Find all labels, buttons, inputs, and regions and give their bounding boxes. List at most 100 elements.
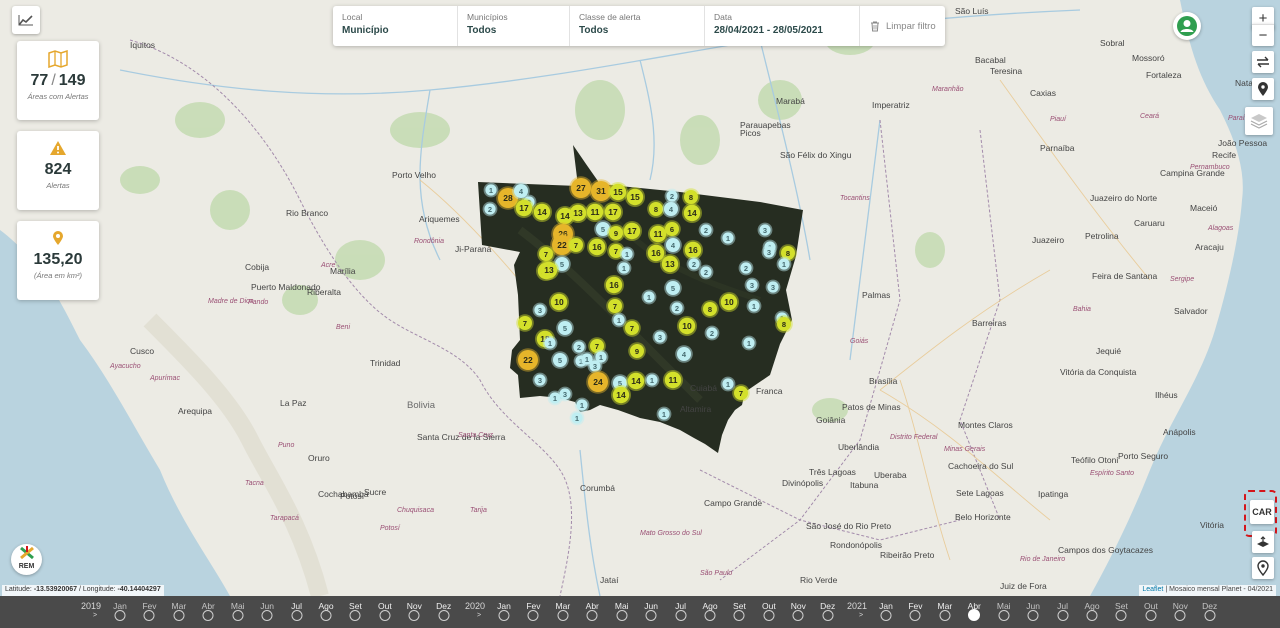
timeline-month-dot[interactable] [408, 610, 420, 621]
alert-cluster-marker[interactable]: 24 [586, 370, 610, 394]
timeline-month-dot[interactable] [173, 610, 185, 621]
timeline-month-dot[interactable] [349, 610, 361, 621]
alert-cluster-marker[interactable]: 3 [532, 372, 548, 388]
alert-cluster-marker[interactable]: 2 [704, 325, 720, 341]
alert-cluster-marker[interactable]: 10 [677, 316, 697, 336]
alert-cluster-marker[interactable]: 2 [482, 201, 498, 217]
alert-cluster-marker[interactable]: 17 [622, 221, 642, 241]
timeline-month-dot[interactable] [733, 610, 745, 621]
alert-cluster-marker[interactable]: 1 [542, 335, 558, 351]
timeline-month-dot[interactable] [1174, 610, 1186, 621]
timeline-month-dot[interactable] [320, 610, 332, 621]
filter-classe[interactable]: Classe de alerta Todos [570, 6, 705, 46]
timeline-year-arrow[interactable]: > [859, 612, 863, 619]
marker-button[interactable] [1252, 78, 1274, 100]
alert-cluster-marker[interactable]: 4 [675, 345, 693, 363]
timeline-month-dot[interactable] [232, 610, 244, 621]
alert-cluster-marker[interactable]: 2 [698, 222, 714, 238]
alert-cluster-marker[interactable]: 10 [549, 292, 569, 312]
filter-municipios[interactable]: Municípios Todos [458, 6, 570, 46]
alert-cluster-marker[interactable]: 15 [625, 187, 645, 207]
filter-local[interactable]: Local Município [333, 6, 458, 46]
timeline-month-dot[interactable] [616, 610, 628, 621]
timeline-month-dot[interactable] [880, 610, 892, 621]
timeline-month-dot[interactable] [586, 610, 598, 621]
alert-cluster-marker[interactable]: 3 [652, 329, 668, 345]
timeline-month-dot[interactable] [822, 610, 834, 621]
alert-cluster-marker[interactable]: 1 [641, 289, 657, 305]
clear-filter-button[interactable]: Limpar filtro [860, 6, 936, 46]
timeline-month-dot[interactable] [998, 610, 1010, 621]
timeline-month-dot[interactable] [645, 610, 657, 621]
alert-cluster-marker[interactable]: 8 [647, 200, 665, 218]
timeline-month-dot[interactable] [202, 610, 214, 621]
filter-data[interactable]: Data 28/04/2021 - 28/05/2021 [705, 6, 860, 46]
alert-cluster-marker[interactable]: 5 [551, 351, 569, 369]
alert-cluster-marker[interactable]: 3 [744, 277, 760, 293]
zoom-out-button[interactable]: − [1252, 24, 1274, 46]
alert-cluster-marker[interactable]: 15 [608, 182, 628, 202]
timeline-month-dot[interactable] [379, 610, 391, 621]
alert-cluster-marker[interactable]: 1 [741, 335, 757, 351]
alert-cluster-marker[interactable]: 7 [732, 384, 750, 402]
alert-cluster-marker[interactable]: 7 [623, 319, 641, 337]
alert-cluster-marker[interactable]: 14 [611, 385, 631, 405]
timeline-month-dot[interactable] [143, 610, 155, 621]
alert-cluster-marker[interactable]: 14 [532, 202, 552, 222]
swap-button[interactable] [1252, 51, 1274, 73]
alert-cluster-marker[interactable]: 14 [682, 203, 702, 223]
alert-cluster-marker[interactable]: 13 [539, 260, 559, 280]
timeline-month-dot[interactable] [114, 610, 126, 621]
timeline-month-dot[interactable] [261, 610, 273, 621]
layers-button[interactable] [1245, 107, 1273, 135]
alert-cluster-marker[interactable]: 9 [607, 224, 625, 242]
timeline-month-dot[interactable] [1027, 610, 1039, 621]
alert-cluster-marker[interactable]: 6 [663, 220, 681, 238]
timeline-month-dot[interactable] [1115, 610, 1127, 621]
alert-cluster-marker[interactable]: 8 [701, 300, 719, 318]
alert-cluster-marker[interactable]: 1 [720, 230, 736, 246]
alert-cluster-marker[interactable]: 3 [757, 222, 773, 238]
alert-cluster-marker[interactable]: 10 [719, 292, 739, 312]
leaflet-link[interactable]: Leaflet [1142, 586, 1163, 593]
alert-cluster-marker[interactable]: 5 [664, 279, 682, 297]
alert-cluster-marker[interactable]: 14 [626, 371, 646, 391]
timeline-slider[interactable]: 2019 > Jan Fev Mar Abr Mai Jun Jul Ago Set Out Nov De… [0, 596, 1280, 628]
alert-cluster-marker[interactable]: 11 [585, 202, 605, 222]
alert-cluster-marker[interactable]: 4 [662, 200, 680, 218]
location-button[interactable] [1252, 557, 1274, 579]
timeline-month-dot[interactable] [498, 610, 510, 621]
alert-cluster-marker[interactable]: 9 [628, 342, 646, 360]
chart-button[interactable] [12, 6, 40, 34]
alert-cluster-marker[interactable]: 16 [587, 237, 607, 257]
timeline-month-dot[interactable] [763, 610, 775, 621]
alert-cluster-marker[interactable]: 2 [686, 256, 702, 272]
alert-cluster-marker[interactable]: 1 [483, 182, 499, 198]
alert-cluster-marker[interactable]: 3 [765, 279, 781, 295]
alert-cluster-marker[interactable]: 5 [556, 319, 574, 337]
timeline-month-dot[interactable] [1057, 610, 1069, 621]
alert-cluster-marker[interactable]: 1 [574, 397, 590, 413]
timeline-month-dot[interactable] [1145, 610, 1157, 621]
timeline-month-dot[interactable] [939, 610, 951, 621]
alert-cluster-marker[interactable]: 1 [547, 390, 563, 406]
alert-cluster-marker[interactable]: 1 [619, 246, 635, 262]
alert-cluster-marker[interactable]: 1 [644, 372, 660, 388]
alert-cluster-marker[interactable]: 7 [516, 314, 534, 332]
timeline-month-dot[interactable] [557, 610, 569, 621]
alert-cluster-marker[interactable]: 1 [569, 410, 585, 426]
timeline-year-arrow[interactable]: > [477, 612, 481, 619]
alert-cluster-marker[interactable]: 27 [569, 176, 593, 200]
alert-cluster-marker[interactable]: 2 [669, 300, 685, 316]
alert-cluster-marker[interactable]: 1 [616, 260, 632, 276]
alert-cluster-marker[interactable]: 22 [516, 348, 540, 372]
user-avatar-button[interactable] [1173, 12, 1201, 40]
alert-cluster-marker[interactable]: 17 [514, 198, 534, 218]
car-button[interactable]: CAR [1250, 500, 1274, 524]
alert-cluster-marker[interactable]: 1 [579, 351, 595, 367]
timeline-month-dot[interactable] [438, 610, 450, 621]
timeline-month-dot[interactable] [792, 610, 804, 621]
alert-cluster-marker[interactable]: 13 [660, 254, 680, 274]
alert-cluster-marker[interactable]: 8 [775, 315, 793, 333]
alert-cluster-marker[interactable]: 1 [746, 298, 762, 314]
